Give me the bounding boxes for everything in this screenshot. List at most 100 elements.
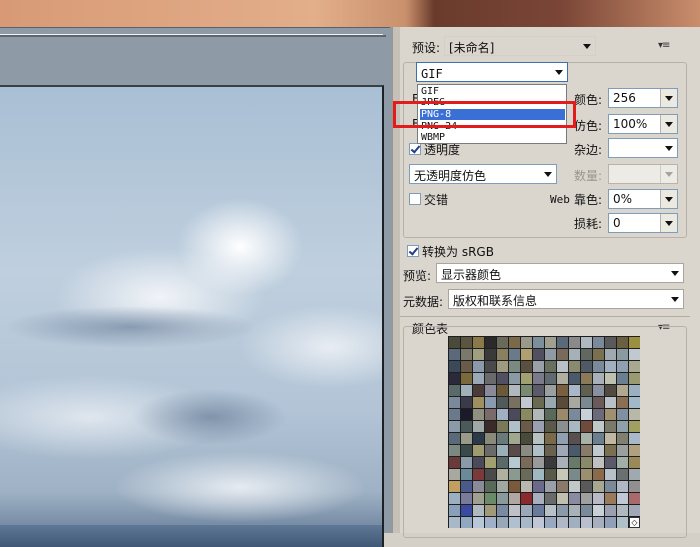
color-swatch[interactable] xyxy=(617,469,628,480)
color-swatch[interactable] xyxy=(569,373,580,384)
web-snap-input[interactable]: 0% xyxy=(608,189,678,209)
color-swatch[interactable] xyxy=(521,493,532,504)
color-swatch[interactable] xyxy=(497,349,508,360)
color-swatch[interactable] xyxy=(521,517,532,528)
color-swatch[interactable] xyxy=(497,397,508,408)
color-swatch[interactable] xyxy=(461,517,472,528)
color-swatch[interactable] xyxy=(545,409,556,420)
lossy-dropdown-button[interactable] xyxy=(660,214,677,232)
color-swatch[interactable] xyxy=(593,517,604,528)
interlaced-checkbox[interactable] xyxy=(409,193,421,205)
color-swatch[interactable] xyxy=(461,421,472,432)
color-swatch[interactable] xyxy=(545,361,556,372)
color-swatch[interactable] xyxy=(449,361,460,372)
color-swatch[interactable] xyxy=(557,517,568,528)
color-swatch[interactable] xyxy=(533,349,544,360)
color-swatch[interactable] xyxy=(473,517,484,528)
color-swatch[interactable] xyxy=(605,361,616,372)
color-swatch[interactable] xyxy=(593,481,604,492)
color-swatch[interactable] xyxy=(569,349,580,360)
color-swatch[interactable] xyxy=(557,421,568,432)
color-swatch[interactable] xyxy=(581,493,592,504)
color-swatch[interactable] xyxy=(449,421,460,432)
color-swatch[interactable] xyxy=(593,493,604,504)
color-swatch[interactable] xyxy=(509,373,520,384)
color-swatch[interactable] xyxy=(449,517,460,528)
color-swatch[interactable] xyxy=(605,337,616,348)
color-swatch[interactable] xyxy=(497,421,508,432)
color-swatch[interactable] xyxy=(581,481,592,492)
color-swatch[interactable] xyxy=(533,469,544,480)
color-swatch[interactable] xyxy=(473,457,484,468)
color-swatch[interactable] xyxy=(497,433,508,444)
color-swatch[interactable] xyxy=(569,481,580,492)
color-swatch[interactable] xyxy=(485,457,496,468)
color-swatch[interactable] xyxy=(569,361,580,372)
transparency-checkbox[interactable] xyxy=(409,143,421,155)
color-swatch[interactable] xyxy=(497,505,508,516)
color-swatch[interactable] xyxy=(545,469,556,480)
color-swatch[interactable] xyxy=(605,493,616,504)
color-swatch[interactable] xyxy=(581,505,592,516)
color-swatch[interactable] xyxy=(449,337,460,348)
color-swatch[interactable] xyxy=(569,445,580,456)
color-swatch[interactable] xyxy=(617,361,628,372)
color-swatch[interactable] xyxy=(473,433,484,444)
color-swatch[interactable] xyxy=(593,445,604,456)
color-swatch[interactable] xyxy=(497,517,508,528)
color-swatch[interactable] xyxy=(569,433,580,444)
color-swatch[interactable] xyxy=(617,457,628,468)
color-swatch[interactable] xyxy=(521,457,532,468)
color-swatch[interactable] xyxy=(557,373,568,384)
color-swatch[interactable] xyxy=(593,349,604,360)
color-swatch[interactable] xyxy=(545,337,556,348)
color-swatch[interactable] xyxy=(461,445,472,456)
color-table-corner-swatch[interactable]: ◇ xyxy=(629,517,640,528)
color-swatch[interactable] xyxy=(605,397,616,408)
color-swatch[interactable] xyxy=(569,469,580,480)
color-swatch[interactable] xyxy=(509,337,520,348)
color-swatch[interactable] xyxy=(449,493,460,504)
color-swatch[interactable] xyxy=(629,481,640,492)
color-swatch[interactable] xyxy=(629,505,640,516)
color-swatch[interactable] xyxy=(545,457,556,468)
color-swatch[interactable] xyxy=(509,397,520,408)
color-swatch[interactable] xyxy=(521,361,532,372)
color-swatch[interactable] xyxy=(473,469,484,480)
color-swatch[interactable] xyxy=(581,421,592,432)
color-swatch[interactable] xyxy=(521,397,532,408)
color-swatch[interactable] xyxy=(485,337,496,348)
color-swatch[interactable] xyxy=(569,505,580,516)
lossy-input[interactable]: 0 xyxy=(608,213,678,233)
color-swatch[interactable] xyxy=(473,349,484,360)
color-swatch[interactable] xyxy=(497,361,508,372)
color-swatch[interactable] xyxy=(461,397,472,408)
color-swatch[interactable] xyxy=(617,349,628,360)
color-swatch[interactable] xyxy=(581,337,592,348)
color-swatch[interactable] xyxy=(485,361,496,372)
color-swatch[interactable] xyxy=(461,457,472,468)
color-swatch[interactable] xyxy=(533,373,544,384)
color-swatch[interactable] xyxy=(473,505,484,516)
color-swatch[interactable] xyxy=(521,481,532,492)
color-swatch[interactable] xyxy=(533,421,544,432)
color-swatch[interactable] xyxy=(605,481,616,492)
format-option-gif[interactable]: GIF xyxy=(420,86,565,97)
color-swatch[interactable] xyxy=(545,481,556,492)
color-swatch[interactable] xyxy=(629,433,640,444)
color-swatch[interactable] xyxy=(521,373,532,384)
color-swatch[interactable] xyxy=(605,373,616,384)
color-swatch[interactable] xyxy=(593,469,604,480)
color-swatch[interactable] xyxy=(617,397,628,408)
preview-select[interactable]: 显示器颜色 xyxy=(436,263,684,283)
color-swatch[interactable] xyxy=(605,445,616,456)
color-swatch[interactable] xyxy=(533,385,544,396)
color-swatch[interactable] xyxy=(485,469,496,480)
color-swatch[interactable] xyxy=(581,457,592,468)
color-swatch[interactable] xyxy=(449,457,460,468)
color-swatch[interactable] xyxy=(629,421,640,432)
color-swatch[interactable] xyxy=(509,457,520,468)
color-swatch[interactable] xyxy=(605,421,616,432)
color-swatch[interactable] xyxy=(629,445,640,456)
color-swatch[interactable] xyxy=(593,397,604,408)
